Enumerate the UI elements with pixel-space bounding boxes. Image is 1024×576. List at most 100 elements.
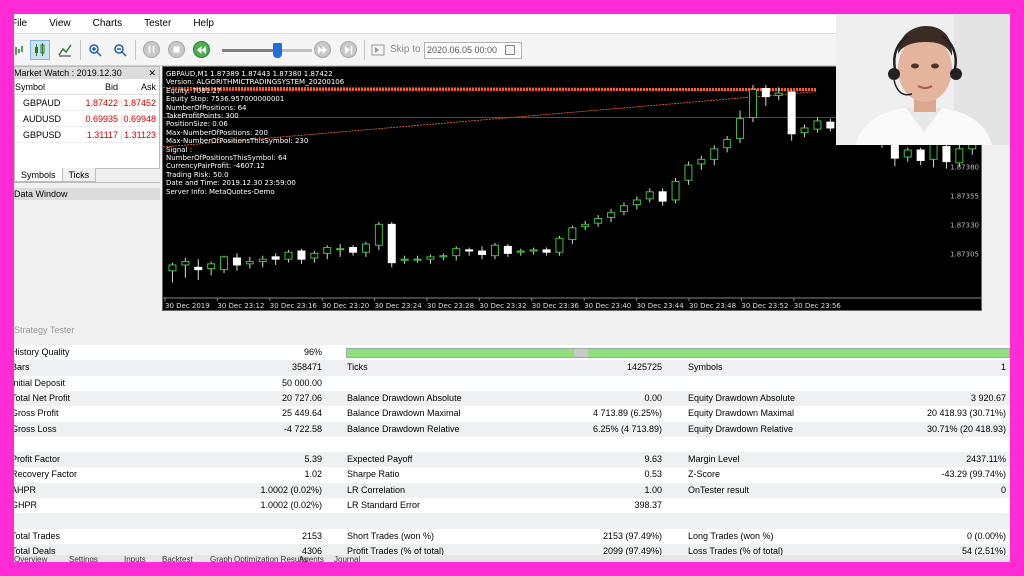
candle-body — [929, 142, 938, 160]
report-label: Short Trades (won %) — [347, 530, 435, 541]
ask-header[interactable]: Ask — [121, 82, 159, 92]
ask-cell: 1.87452 — [121, 97, 159, 108]
fast-forward-icon[interactable] — [314, 41, 331, 58]
close-icon[interactable]: ✕ — [148, 67, 156, 79]
tester-tab[interactable]: Agents — [299, 556, 324, 563]
time-tick-label: 30 Dec 2019 — [165, 302, 210, 310]
candle-body — [490, 244, 499, 257]
market-watch-row[interactable]: GBPAUD 1.87422 1.87452 — [15, 95, 159, 111]
price-tick-label: 1.87380 — [950, 163, 979, 171]
speed-slider-handle[interactable] — [272, 43, 282, 58]
candle-body — [374, 223, 383, 246]
menu-view[interactable]: View — [38, 14, 82, 34]
history-quality-bar — [346, 348, 1010, 358]
toolbar: Skip to 2020.06.05 00:00 — [14, 34, 836, 66]
skip-to-icon[interactable] — [368, 40, 388, 60]
candle-body — [284, 251, 293, 260]
line-chart-icon[interactable] — [55, 40, 75, 60]
tester-tab[interactable]: Graph — [210, 556, 232, 563]
candle-body — [413, 258, 422, 261]
report-label: Expected Payoff — [347, 454, 413, 465]
chart-info-line: Equity Stop: 7536.957000000001 — [166, 95, 285, 104]
report-value: 0 — [1000, 484, 1006, 495]
report-value: 358471 — [291, 362, 322, 373]
report-label: Ticks — [347, 362, 368, 373]
bid-cell: 0.69935 — [85, 113, 118, 124]
chart-info-line: Trading Risk: 50.0 — [166, 170, 229, 179]
candle-body — [400, 258, 409, 261]
chart-info-line: TakeProfitPoints: 300 — [166, 112, 239, 121]
menu-tester[interactable]: Tester — [133, 14, 182, 34]
candle-body — [787, 91, 796, 135]
candle-body — [671, 180, 680, 201]
report-value: 96% — [303, 347, 322, 357]
report-value: -43.29 (99.74%) — [941, 469, 1006, 480]
report-label: Total Net Profit — [14, 392, 71, 403]
report-value: 25 449.64 — [281, 408, 322, 419]
time-tick-label: 30 Dec 23:16 — [270, 302, 318, 310]
candle-body — [723, 139, 732, 149]
report-label: Long Trades (won %) — [688, 530, 774, 541]
report-label: Bars — [14, 362, 30, 373]
bar-chart-icon[interactable] — [14, 40, 28, 60]
tab-symbols[interactable]: Symbols — [14, 168, 63, 182]
price-tick-label: 1.87355 — [950, 192, 979, 200]
candle-body — [710, 148, 719, 160]
report-label: Equity Drawdown Relative — [688, 423, 794, 434]
tester-tab[interactable]: Inputs — [124, 556, 146, 563]
report-row — [14, 513, 1010, 529]
tester-tab[interactable]: Overview — [14, 556, 47, 563]
report-row: Gross Loss -4 722.58 Balance Drawdown Rela… — [14, 421, 1010, 437]
candle-body — [220, 256, 229, 271]
tester-tab[interactable]: Settings — [69, 556, 98, 563]
candle-body — [826, 121, 835, 129]
market-watch-title-text: Market Watch : 2019.12.30 — [15, 68, 122, 78]
market-watch-row[interactable]: GBPUSD 1.31117 1.31123 — [15, 127, 159, 143]
market-watch-header: Symbol Bid Ask — [15, 79, 159, 95]
skip-end-icon[interactable] — [340, 41, 357, 58]
time-tick-label: 30 Dec 23:28 — [427, 302, 474, 310]
speed-slider[interactable] — [222, 49, 312, 52]
menu-help[interactable]: Help — [182, 14, 225, 34]
symbol-cell: AUDUSD — [23, 113, 62, 124]
menu-file[interactable]: File — [14, 14, 38, 34]
report-label: OnTester result — [688, 484, 750, 495]
candle-body — [516, 250, 525, 253]
report-row: Initial Deposit 50 000.00 — [14, 376, 1010, 391]
calendar-icon[interactable] — [505, 45, 515, 55]
symbol-header[interactable]: Symbol — [15, 82, 85, 92]
tab-ticks[interactable]: Ticks — [61, 168, 97, 182]
menu-charts[interactable]: Charts — [82, 14, 133, 34]
report-value: 1425725 — [626, 362, 662, 373]
tester-tab[interactable]: Optimization Results — [234, 556, 307, 563]
candlestick-icon[interactable] — [30, 40, 50, 60]
strategy-tester-title: Strategy Tester — [14, 325, 75, 335]
tester-tab[interactable]: Backtest — [162, 556, 193, 563]
candle-body — [594, 218, 603, 224]
pause-icon[interactable] — [143, 41, 160, 58]
report-label: Profit Factor — [14, 454, 61, 465]
rewind-icon[interactable] — [193, 41, 210, 58]
time-tick-label: 30 Dec 23:32 — [479, 302, 526, 310]
candle-body — [181, 260, 190, 266]
candle-body — [736, 118, 745, 139]
tester-tab[interactable]: Journal — [334, 556, 360, 563]
zoom-out-icon[interactable] — [110, 40, 130, 60]
market-watch-row[interactable]: AUDUSD 0.69935 0.69948 — [15, 111, 159, 127]
candle-body — [310, 252, 319, 259]
time-tick-label: 30 Dec 23:48 — [689, 302, 736, 310]
candle-body — [245, 260, 254, 265]
report-value: 20 727.06 — [281, 392, 322, 403]
report-value: 398.37 — [634, 500, 662, 510]
zoom-in-icon[interactable] — [85, 40, 105, 60]
candle-body — [581, 223, 590, 228]
time-tick-label: 30 Dec 23:36 — [532, 302, 580, 310]
report-value: 0.00 — [644, 392, 662, 403]
price-tick-label: 1.87305 — [950, 250, 979, 258]
report-value: 2153 (97.49%) — [602, 530, 662, 541]
data-window-title[interactable]: Data Window — [14, 188, 160, 200]
report-value: 1.02 — [304, 469, 322, 480]
report-label: LR Standard Error — [347, 500, 421, 510]
bid-header[interactable]: Bid — [85, 82, 121, 92]
stop-icon[interactable] — [168, 41, 185, 58]
